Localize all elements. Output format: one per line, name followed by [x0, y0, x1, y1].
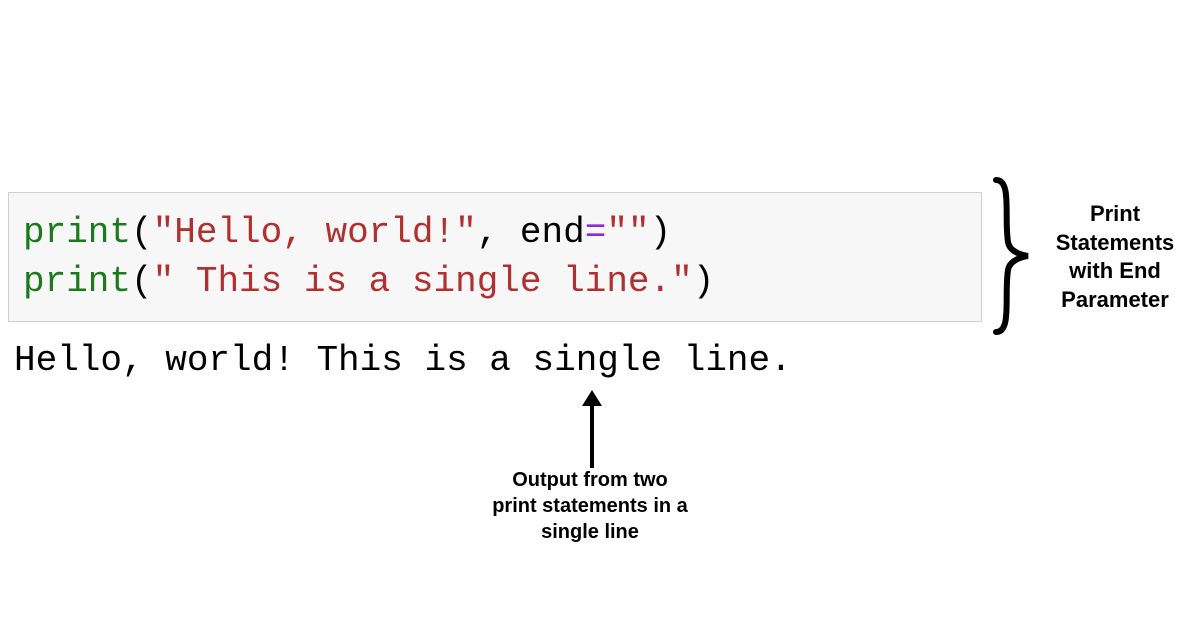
- open-paren: (: [131, 261, 153, 302]
- close-paren: ): [650, 212, 672, 253]
- end-parameter-name: end: [520, 212, 585, 253]
- equals-operator: =: [585, 212, 607, 253]
- annotation-bottom: Output from two print statements in a si…: [490, 467, 690, 545]
- code-line-1: print("Hello, world!", end=""): [23, 212, 671, 253]
- output-text: Hello, world! This is a single line.: [14, 340, 792, 381]
- comma: ,: [477, 212, 520, 253]
- curly-brace-icon: [990, 176, 1032, 336]
- string-literal-1: " This is a single line.": [153, 261, 693, 302]
- string-literal-2: "": [606, 212, 649, 253]
- print-function-keyword: print: [23, 261, 131, 302]
- code-line-2: print(" This is a single line."): [23, 261, 714, 302]
- arrow-up-icon: [582, 390, 602, 470]
- open-paren: (: [131, 212, 153, 253]
- close-paren: ): [693, 261, 715, 302]
- string-literal-1: "Hello, world!": [153, 212, 477, 253]
- print-function-keyword: print: [23, 212, 131, 253]
- code-block: print("Hello, world!", end="") print(" T…: [8, 192, 982, 322]
- annotation-right: Print Statements with End Parameter: [1035, 200, 1195, 314]
